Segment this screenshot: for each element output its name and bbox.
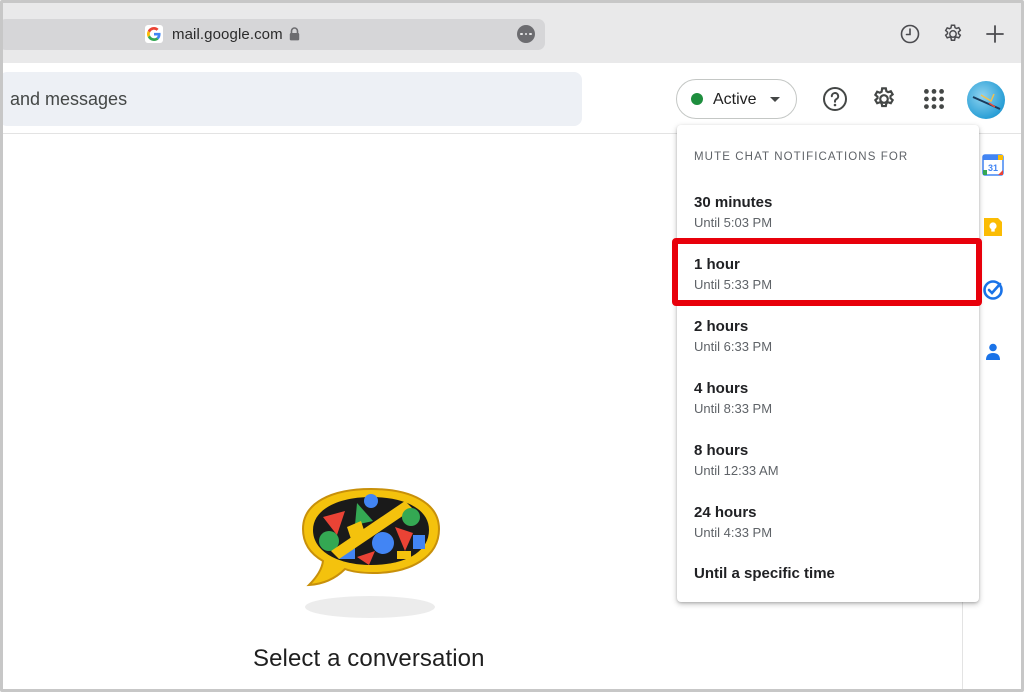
calendar-icon[interactable]: 31 <box>982 154 1004 176</box>
menu-item-label: 8 hours <box>694 442 749 459</box>
search-input[interactable]: and messages <box>10 89 127 110</box>
menu-item-subtitle: Until 4:33 PM <box>694 525 773 540</box>
keep-icon[interactable] <box>982 216 1004 238</box>
menu-item-subtitle: Until 5:03 PM <box>694 215 773 230</box>
menu-item-2-hours[interactable]: 2 hours Until 6:33 PM <box>677 318 979 376</box>
menu-item-4-hours[interactable]: 4 hours Until 8:33 PM <box>677 380 979 438</box>
plus-icon[interactable] <box>984 23 1006 45</box>
history-icon[interactable] <box>899 23 921 45</box>
menu-item-8-hours[interactable]: 8 hours Until 12:33 AM <box>677 442 979 500</box>
apps-grid-icon[interactable] <box>921 86 947 112</box>
window-frame: mail.google.com and messages Active 31 S… <box>0 0 1024 692</box>
menu-item-label: 1 hour <box>694 256 740 273</box>
caret-down-icon <box>770 97 780 102</box>
menu-item-specific-time[interactable]: Until a specific time <box>677 565 979 601</box>
menu-heading: MUTE CHAT NOTIFICATIONS FOR <box>694 151 909 163</box>
browser-toolbar: mail.google.com <box>3 3 1021 63</box>
contacts-icon[interactable] <box>982 341 1004 363</box>
status-label: Active <box>713 91 757 108</box>
more-icon[interactable] <box>517 25 535 43</box>
menu-item-1-hour[interactable]: 1 hour Until 5:33 PM <box>677 256 979 314</box>
avatar[interactable] <box>967 81 1005 119</box>
menu-item-subtitle: Until 12:33 AM <box>694 463 779 478</box>
menu-item-subtitle: Until 6:33 PM <box>694 339 773 354</box>
menu-item-subtitle: Until 8:33 PM <box>694 401 773 416</box>
lock-icon <box>289 27 300 46</box>
chat-bubble-illustration <box>301 487 441 587</box>
tasks-icon[interactable] <box>982 279 1004 301</box>
mute-notifications-menu: MUTE CHAT NOTIFICATIONS FOR 30 minutes U… <box>677 125 979 602</box>
menu-item-label: 4 hours <box>694 380 749 397</box>
settings-icon[interactable] <box>871 86 897 112</box>
menu-item-30-minutes[interactable]: 30 minutes Until 5:03 PM <box>677 194 979 252</box>
gear-icon[interactable] <box>942 23 964 45</box>
help-icon[interactable] <box>822 86 848 112</box>
menu-item-subtitle: Until 5:33 PM <box>694 277 773 292</box>
status-button[interactable]: Active <box>676 79 797 119</box>
menu-item-24-hours[interactable]: 24 hours Until 4:33 PM <box>677 504 979 562</box>
menu-item-label: 2 hours <box>694 318 749 335</box>
menu-item-label: 24 hours <box>694 504 757 521</box>
menu-item-label: 30 minutes <box>694 194 773 211</box>
url-text[interactable]: mail.google.com <box>172 26 283 43</box>
status-dot <box>691 93 703 105</box>
empty-state-title: Select a conversation <box>253 645 485 672</box>
menu-item-label: Until a specific time <box>694 565 835 582</box>
g-favicon-icon <box>145 25 163 43</box>
calendar-day: 31 <box>988 163 998 173</box>
